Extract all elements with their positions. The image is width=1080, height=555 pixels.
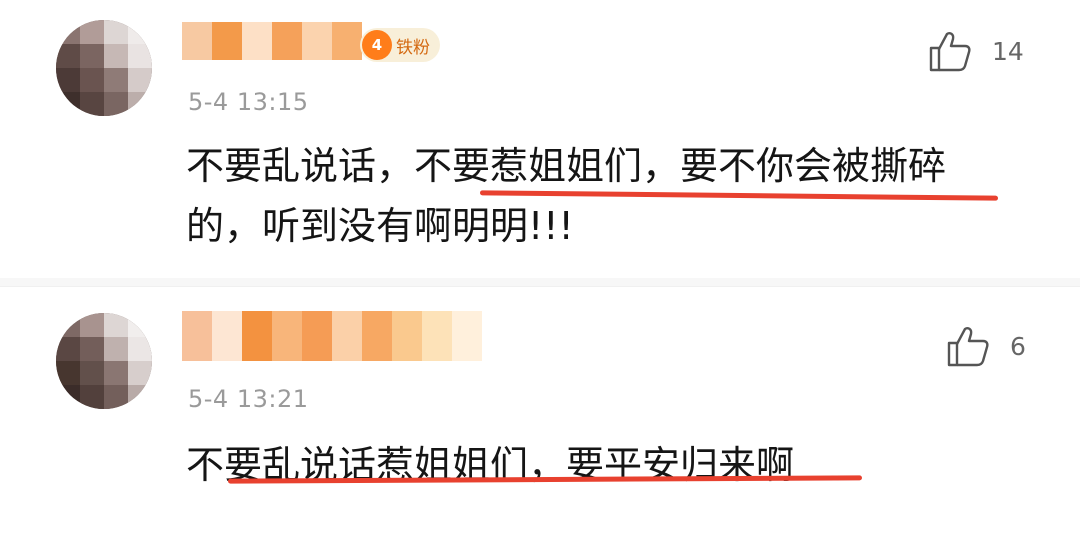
comment-text-line: 不要乱说话惹姐姐们，要平安归来啊 xyxy=(186,443,795,487)
avatar[interactable] xyxy=(56,313,152,409)
comment-item: 5-4 13:21 6 不要乱说话惹姐姐们，要平安归来啊 xyxy=(0,286,1080,555)
like-button[interactable]: 6 xyxy=(946,325,1026,367)
avatar[interactable] xyxy=(56,20,152,116)
badge-label: 铁粉 xyxy=(396,37,430,58)
like-count: 14 xyxy=(992,36,1024,66)
comment-text-line: 不要乱说话，不要惹姐姐们，要不你会被撕碎 xyxy=(186,144,947,188)
comment-item: 4 铁粉 5-4 13:15 14 不要乱说话，不要惹姐姐们，要不你会被撕碎 的… xyxy=(0,0,1080,278)
thumbs-up-icon xyxy=(947,327,989,367)
like-button[interactable]: 14 xyxy=(928,30,1024,72)
comment-text: 不要乱说话惹姐姐们，要平安归来啊 xyxy=(186,435,1026,495)
like-count: 6 xyxy=(1010,331,1026,361)
username-blurred[interactable] xyxy=(182,22,362,60)
username-blurred[interactable] xyxy=(182,311,482,361)
comment-time: 5-4 13:15 xyxy=(188,88,309,116)
comment-time: 5-4 13:21 xyxy=(188,385,309,413)
heart-badge-icon: 4 xyxy=(362,30,392,60)
thumbs-up-icon xyxy=(929,32,971,72)
comment-text-line: 的，听到没有啊明明!!! xyxy=(186,204,574,248)
comment-separator xyxy=(0,278,1080,286)
fan-badge: 4 铁粉 xyxy=(360,28,440,62)
